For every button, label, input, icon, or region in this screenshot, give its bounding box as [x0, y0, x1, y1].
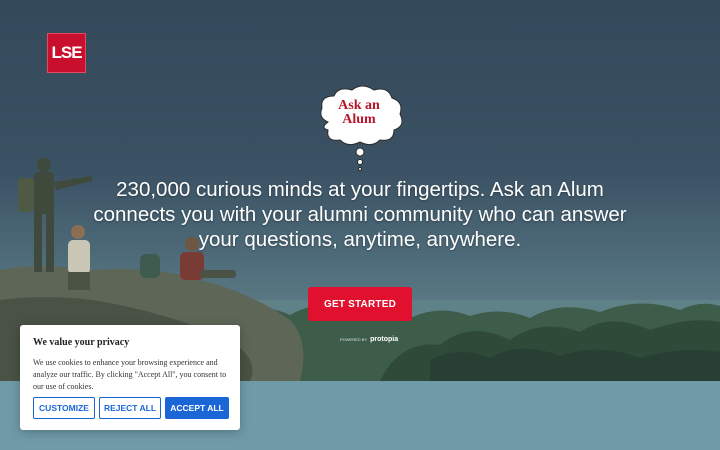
hero-headline: 230,000 curious minds at your fingertips…: [93, 178, 627, 251]
bubble-line-1: Ask an: [338, 98, 380, 113]
protopia-logo: protopia: [370, 336, 399, 343]
accept-all-button[interactable]: ACCEPT ALL: [165, 397, 229, 419]
cookie-consent-dialog: We value your privacy We use cookies to …: [20, 325, 240, 430]
cookie-buttons: CUSTOMIZE REJECT ALL ACCEPT ALL: [33, 397, 229, 419]
powered-by-prefix: POWERED BY: [340, 337, 368, 342]
cookie-title: We value your privacy: [33, 337, 130, 348]
lse-logo[interactable]: LSE: [47, 33, 86, 73]
cookie-body: We use cookies to enhance your browsing …: [33, 358, 227, 391]
logo-text: LSE: [51, 43, 82, 62]
get-started-button[interactable]: GET STARTED: [308, 287, 412, 321]
customize-button[interactable]: CUSTOMIZE: [33, 397, 95, 419]
ask-an-alum-wordmark: Ask an Alum: [318, 99, 400, 127]
powered-by[interactable]: POWERED BY protopia: [340, 336, 398, 343]
reject-all-button[interactable]: REJECT ALL: [99, 397, 161, 419]
bubble-line-2: Alum: [342, 112, 376, 127]
thought-bubble-icon: [320, 85, 403, 171]
